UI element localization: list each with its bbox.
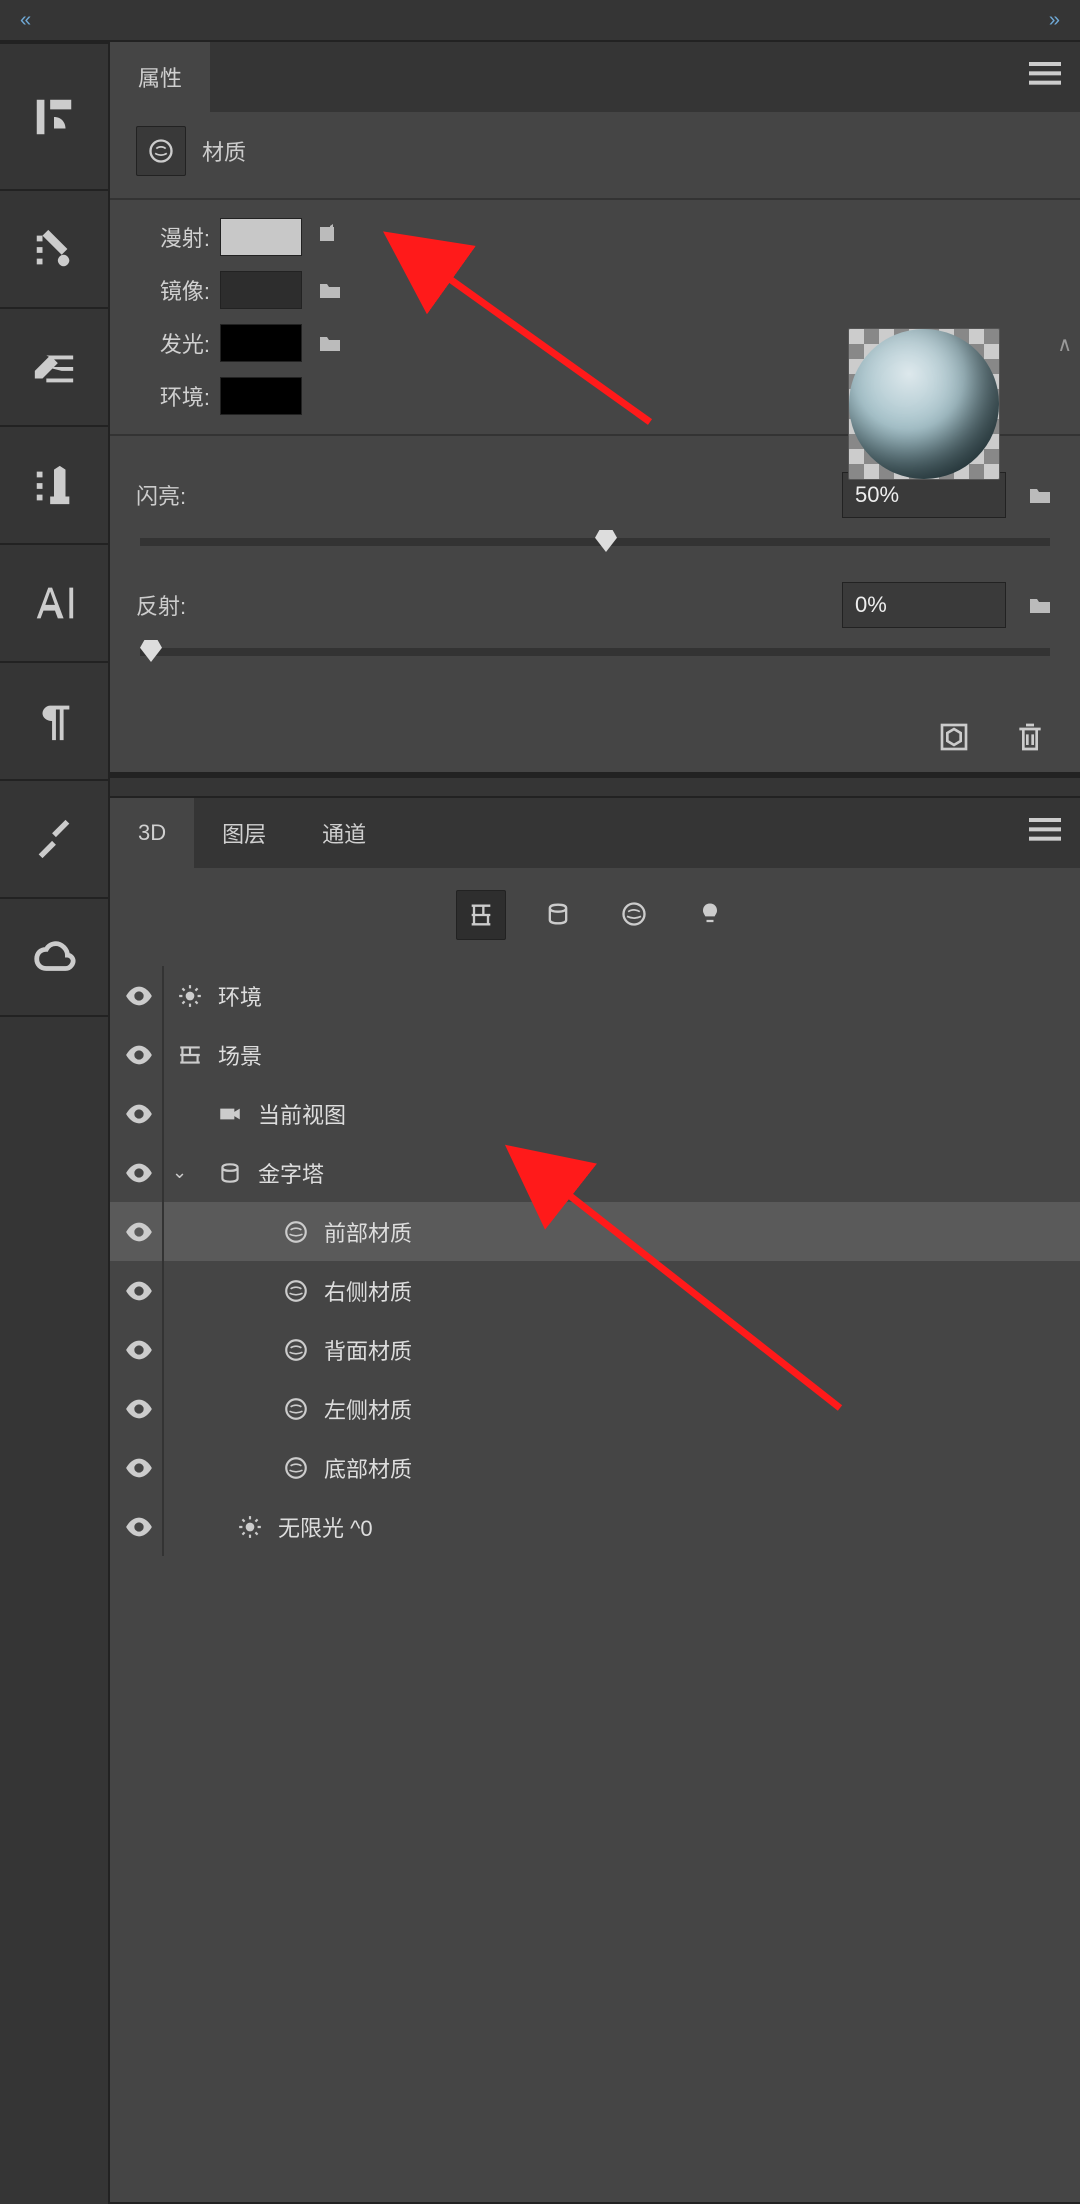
tab-channels[interactable]: 通道 <box>294 798 394 868</box>
tree-pyramid[interactable]: ⌄ 金字塔 <box>110 1143 1080 1202</box>
properties-panel: 属性 材质 漫射: <box>110 42 1080 776</box>
scroll-up-icon[interactable]: ∧ <box>1057 332 1072 357</box>
filter-material-button[interactable] <box>610 890 658 938</box>
tree-material-right[interactable]: 右侧材质 <box>110 1261 1080 1320</box>
material-icon <box>278 1455 314 1481</box>
tree-label: 场景 <box>218 1039 262 1071</box>
mirror-label: 镜像: <box>136 274 210 306</box>
sidebar-brush-settings[interactable] <box>0 309 108 427</box>
reflect-value-input[interactable]: 0% <box>842 582 1006 628</box>
diffuse-label: 漫射: <box>136 221 210 253</box>
sidebar-creative-cloud[interactable] <box>0 899 108 1017</box>
visibility-toggle[interactable] <box>116 1281 162 1301</box>
tab-3d[interactable]: 3D <box>110 798 194 868</box>
render-button[interactable] <box>934 717 974 757</box>
env-color-swatch[interactable] <box>220 377 302 415</box>
emit-color-swatch[interactable] <box>220 324 302 362</box>
shine-folder-button[interactable] <box>1026 479 1054 511</box>
sidebar-character[interactable] <box>0 545 108 663</box>
tree-material-left[interactable]: 左侧材质 <box>110 1379 1080 1438</box>
visibility-toggle[interactable] <box>116 1222 162 1242</box>
shine-label: 闪亮: <box>136 479 236 511</box>
sidebar-tools[interactable] <box>0 781 108 899</box>
trash-button[interactable] <box>1010 717 1050 757</box>
visibility-toggle[interactable] <box>116 986 162 1006</box>
visibility-toggle[interactable] <box>116 1517 162 1537</box>
visibility-toggle[interactable] <box>116 1458 162 1478</box>
filter-light-button[interactable] <box>686 890 734 938</box>
tree-label: 前部材质 <box>324 1216 412 1248</box>
3d-panel-menu-button[interactable] <box>1028 818 1062 848</box>
tab-properties[interactable]: 属性 <box>110 42 210 112</box>
sidebar-panel-toggle[interactable] <box>0 42 108 191</box>
panel-top-bar: « » <box>0 0 1080 42</box>
tree-label: 底部材质 <box>324 1452 412 1484</box>
reflect-label: 反射: <box>136 589 236 621</box>
material-icon <box>136 126 186 176</box>
tree-label: 左侧材质 <box>324 1393 412 1425</box>
reflect-folder-button[interactable] <box>1026 589 1054 621</box>
expand-toggle[interactable]: ⌄ <box>172 1162 194 1183</box>
visibility-toggle[interactable] <box>116 1104 162 1124</box>
mirror-color-swatch[interactable] <box>220 271 302 309</box>
shine-slider[interactable] <box>140 538 1050 546</box>
environment-icon <box>172 983 208 1009</box>
mirror-folder-button[interactable] <box>316 274 344 306</box>
diffuse-texture-button[interactable] <box>316 223 344 251</box>
sidebar-clone-source[interactable] <box>0 427 108 545</box>
3d-scene-tree: 环境 场景 当前视图 ⌄ <box>110 962 1080 1596</box>
panel-menu-button[interactable] <box>1028 62 1062 92</box>
material-section-label: 材质 <box>202 135 246 167</box>
filter-mesh-button[interactable] <box>534 890 582 938</box>
emit-folder-button[interactable] <box>316 327 344 359</box>
material-preview[interactable] <box>848 328 1000 480</box>
tree-scene[interactable]: 场景 <box>110 1025 1080 1084</box>
mesh-icon <box>212 1160 248 1186</box>
emit-label: 发光: <box>136 327 210 359</box>
3d-panel: 3D 图层 通道 环境 <box>110 798 1080 2204</box>
tab-layers[interactable]: 图层 <box>194 798 294 868</box>
visibility-toggle[interactable] <box>116 1399 162 1419</box>
tree-label: 右侧材质 <box>324 1275 412 1307</box>
reflect-slider[interactable] <box>140 648 1050 656</box>
collapse-right-icon[interactable]: » <box>1049 9 1060 32</box>
tree-label: 环境 <box>218 980 262 1012</box>
tool-sidebar <box>0 42 110 2204</box>
scene-icon <box>172 1042 208 1068</box>
tree-label: 金字塔 <box>258 1157 324 1189</box>
material-icon <box>278 1219 314 1245</box>
tree-material-back[interactable]: 背面材质 <box>110 1320 1080 1379</box>
tree-infinite-light[interactable]: 无限光 ^0 <box>110 1497 1080 1556</box>
visibility-toggle[interactable] <box>116 1045 162 1065</box>
tree-material-front[interactable]: 前部材质 <box>110 1202 1080 1261</box>
tree-environment[interactable]: 环境 <box>110 966 1080 1025</box>
camera-icon <box>212 1101 248 1127</box>
tree-label: 无限光 ^0 <box>278 1511 373 1543</box>
env-label: 环境: <box>136 380 210 412</box>
material-icon <box>278 1278 314 1304</box>
filter-scene-button[interactable] <box>456 890 506 940</box>
tree-material-bottom[interactable]: 底部材质 <box>110 1438 1080 1497</box>
collapse-left-icon[interactable]: « <box>20 9 31 32</box>
material-icon <box>278 1337 314 1363</box>
tree-label: 背面材质 <box>324 1334 412 1366</box>
tree-current-view[interactable]: 当前视图 <box>110 1084 1080 1143</box>
light-icon <box>232 1514 268 1540</box>
sidebar-paragraph[interactable] <box>0 663 108 781</box>
material-icon <box>278 1396 314 1422</box>
sidebar-brush-presets[interactable] <box>0 191 108 309</box>
visibility-toggle[interactable] <box>116 1163 162 1183</box>
diffuse-color-swatch[interactable] <box>220 218 302 256</box>
tree-label: 当前视图 <box>258 1098 346 1130</box>
visibility-toggle[interactable] <box>116 1340 162 1360</box>
